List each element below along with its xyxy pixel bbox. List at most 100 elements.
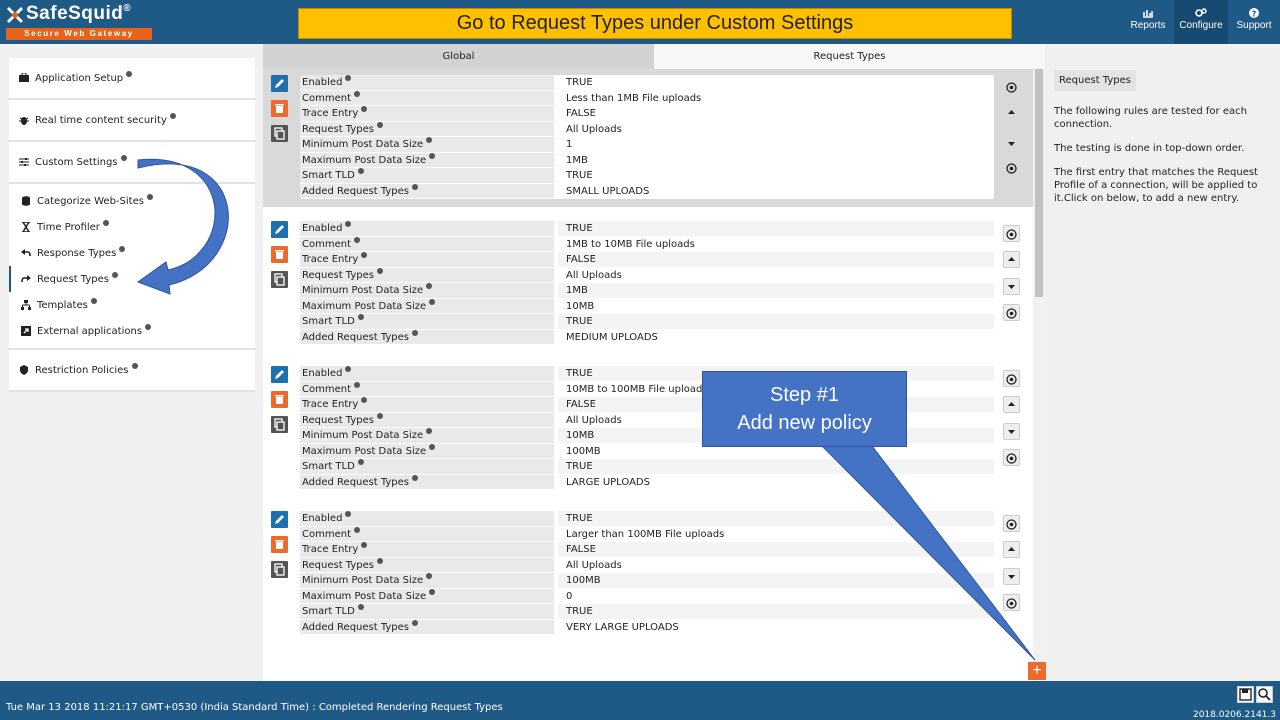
field-value[interactable]: All Uploads (554, 557, 994, 572)
info-icon[interactable] (426, 137, 433, 143)
info-icon[interactable] (412, 329, 419, 336)
info-icon[interactable] (354, 381, 360, 388)
info-icon[interactable] (429, 298, 436, 305)
info-icon[interactable] (357, 604, 364, 610)
info-icon[interactable] (145, 324, 152, 330)
field-value[interactable]: 0 (554, 588, 994, 603)
info-icon[interactable] (426, 573, 433, 579)
field-value[interactable]: 1MB (554, 152, 994, 167)
sidebar-item-external-applications[interactable]: External applications (9, 318, 255, 344)
delete-button[interactable] (271, 536, 288, 553)
field-value[interactable]: SMALL UPLOADS (554, 183, 994, 198)
sidebar-item-time-profiler[interactable]: Time Profiler (9, 214, 255, 240)
info-icon[interactable] (426, 428, 433, 434)
move-down-button[interactable] (1003, 568, 1020, 585)
policy-info-button[interactable] (1003, 225, 1020, 242)
field-value[interactable]: TRUE (554, 168, 994, 183)
edit-button[interactable] (271, 75, 288, 92)
sidebar-item-categorize-web-sites[interactable]: Categorize Web-Sites (9, 188, 255, 214)
nav-configure[interactable]: Configure (1174, 0, 1228, 44)
info-icon[interactable] (376, 412, 383, 419)
info-icon[interactable] (146, 194, 153, 200)
info-icon[interactable] (357, 168, 364, 174)
search-button[interactable] (1256, 686, 1273, 703)
policy-info-button[interactable] (1003, 515, 1020, 532)
field-value[interactable]: TRUE (554, 314, 994, 329)
info-icon[interactable] (429, 588, 436, 595)
copy-button[interactable] (271, 125, 288, 142)
edit-button[interactable] (271, 511, 288, 528)
sidebar-item-request-types[interactable]: Request Types (9, 266, 255, 292)
nav-support[interactable]: ? Support (1228, 0, 1280, 44)
field-value[interactable]: MEDIUM UPLOADS (554, 329, 994, 344)
sidebar-item-templates[interactable]: Templates (9, 292, 255, 318)
info-icon[interactable] (429, 443, 436, 450)
field-value[interactable]: TRUE (554, 75, 994, 90)
delete-button[interactable] (271, 391, 288, 408)
move-down-button[interactable] (1003, 136, 1020, 153)
vertical-scrollbar[interactable] (1033, 69, 1045, 681)
sidebar-item-custom-settings[interactable]: Custom Settings (9, 142, 255, 182)
field-value[interactable]: LARGE UPLOADS (554, 474, 994, 489)
field-value[interactable]: All Uploads (554, 121, 994, 136)
info-icon[interactable] (345, 511, 352, 517)
copy-button[interactable] (271, 271, 288, 288)
edit-button[interactable] (271, 221, 288, 238)
delete-button[interactable] (271, 246, 288, 263)
policy-info-button[interactable] (1003, 79, 1020, 96)
field-value[interactable]: TRUE (554, 221, 994, 236)
move-up-button[interactable] (1003, 105, 1020, 122)
info-icon[interactable] (426, 283, 433, 289)
move-up-button[interactable] (1003, 396, 1020, 413)
sidebar-item-application-setup[interactable]: Application Setup (9, 58, 255, 98)
scrollbar-thumb[interactable] (1035, 69, 1043, 297)
field-value[interactable]: TRUE (554, 459, 994, 474)
add-policy-button[interactable]: + (1028, 662, 1046, 680)
copy-button[interactable] (271, 416, 288, 433)
info-icon[interactable] (169, 113, 176, 119)
info-icon[interactable] (354, 236, 360, 243)
policy-target-button[interactable] (1003, 304, 1020, 321)
info-icon[interactable] (412, 183, 419, 190)
info-icon[interactable] (345, 221, 352, 227)
field-value[interactable]: 1MB to 10MB File uploads (554, 236, 994, 251)
edit-button[interactable] (271, 366, 288, 383)
info-icon[interactable] (345, 75, 352, 81)
move-down-button[interactable] (1003, 278, 1020, 295)
info-icon[interactable] (376, 267, 383, 274)
move-down-button[interactable] (1003, 423, 1020, 440)
info-icon[interactable] (90, 298, 97, 304)
info-icon[interactable] (102, 220, 109, 226)
move-up-button[interactable] (1003, 251, 1020, 268)
field-value[interactable]: FALSE (554, 106, 994, 121)
info-icon[interactable] (376, 557, 383, 564)
sidebar-item-response-types[interactable]: Response Types (9, 240, 255, 266)
info-icon[interactable] (357, 459, 364, 465)
info-icon[interactable] (120, 155, 127, 161)
info-icon[interactable] (354, 90, 360, 97)
nav-reports[interactable]: Reports (1122, 0, 1174, 44)
info-icon[interactable] (361, 252, 368, 258)
sidebar-item-real-time-content-security[interactable]: Real time content security (9, 100, 255, 140)
info-icon[interactable] (119, 246, 126, 252)
brand-logo[interactable]: SafeSquid® Secure Web Gateway (4, 2, 152, 40)
info-icon[interactable] (361, 106, 368, 112)
field-value[interactable]: 100MB (554, 573, 994, 588)
policy-target-button[interactable] (1003, 449, 1020, 466)
field-value[interactable]: VERY LARGE UPLOADS (554, 619, 994, 634)
field-value[interactable]: FALSE (554, 252, 994, 267)
field-value[interactable]: 1 (554, 137, 994, 152)
field-value[interactable]: TRUE (554, 604, 994, 619)
info-icon[interactable] (345, 366, 352, 372)
field-value[interactable]: All Uploads (554, 267, 994, 282)
field-value[interactable]: Less than 1MB File uploads (554, 90, 994, 105)
field-value[interactable]: TRUE (554, 511, 994, 526)
field-value[interactable]: 1MB (554, 283, 994, 298)
info-icon[interactable] (361, 397, 368, 403)
delete-button[interactable] (271, 100, 288, 117)
policy-info-button[interactable] (1003, 370, 1020, 387)
move-up-button[interactable] (1003, 541, 1020, 558)
field-value[interactable]: 10MB (554, 298, 994, 313)
policy-target-button[interactable] (1003, 160, 1020, 177)
info-icon[interactable] (361, 542, 368, 548)
